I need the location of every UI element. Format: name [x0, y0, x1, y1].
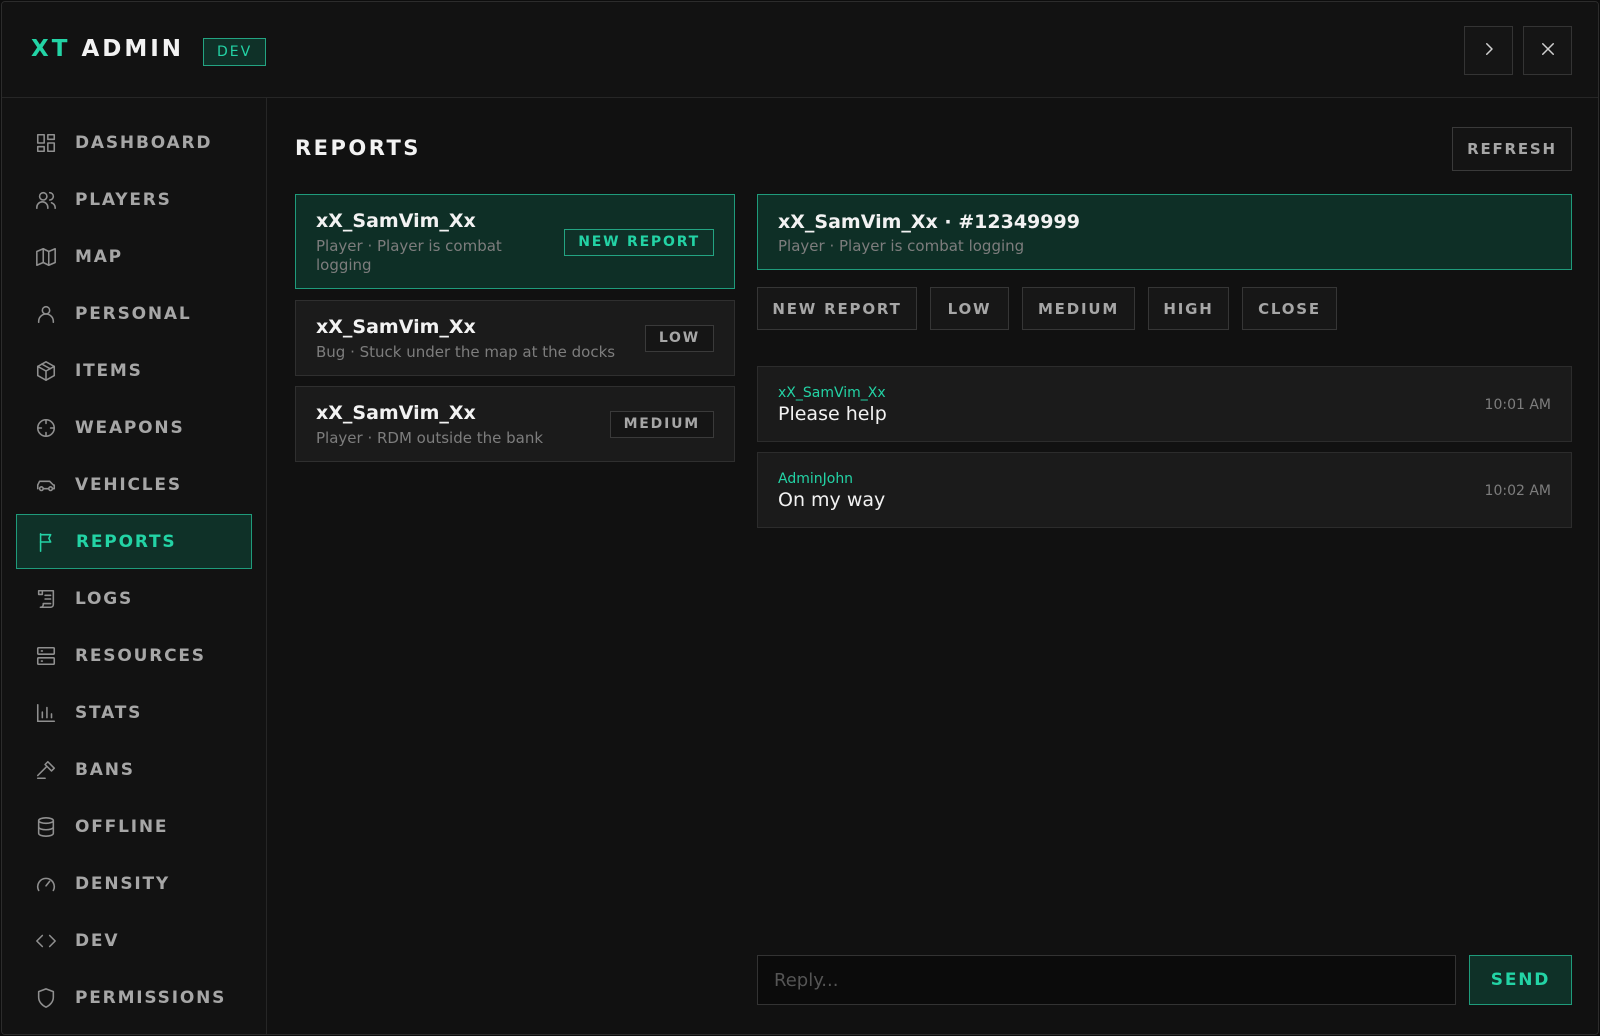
- message-author: AdminJohn: [778, 471, 854, 487]
- map-icon: [34, 245, 58, 269]
- sidebar-item-personal[interactable]: PERSONAL: [16, 286, 252, 341]
- sidebar-item-offline[interactable]: OFFLINE: [16, 799, 252, 854]
- sidebar-item-label: DEV: [75, 930, 120, 951]
- report-subtitle: Bug · Stuck under the map at the docks: [316, 343, 616, 361]
- gavel-icon: [34, 758, 58, 782]
- shield-icon: [34, 986, 58, 1010]
- sidebar-item-label: REPORTS: [76, 531, 177, 552]
- box-icon: [34, 359, 58, 383]
- app-header: XT ADMIN DEV: [2, 2, 1598, 98]
- sidebar-item-dashboard[interactable]: DASHBOARD: [16, 115, 252, 170]
- sidebar-item-label: BANS: [75, 759, 135, 780]
- status-close-button[interactable]: CLOSE: [1242, 287, 1337, 330]
- sidebar-item-label: ITEMS: [75, 360, 143, 381]
- users-icon: [34, 188, 58, 212]
- sidebar-item-label: VEHICLES: [75, 474, 182, 495]
- status-new-report-button[interactable]: NEW REPORT: [757, 287, 917, 330]
- chat-message: AdminJohn On my way 10:02 AM: [757, 452, 1572, 528]
- message-text: On my way: [778, 489, 886, 511]
- brand-secondary: ADMIN: [81, 36, 185, 62]
- close-icon: [1539, 40, 1557, 62]
- status-high-button[interactable]: HIGH: [1148, 287, 1229, 330]
- app-logo: XT ADMIN: [31, 36, 184, 62]
- status-low-button[interactable]: LOW: [930, 287, 1009, 330]
- sidebar-item-label: MAP: [75, 246, 123, 267]
- chat-message: xX_SamVim_Xx Please help 10:01 AM: [757, 366, 1572, 442]
- car-icon: [34, 473, 58, 497]
- flag-icon: [35, 530, 59, 554]
- report-status-badge: LOW: [644, 325, 714, 352]
- sidebar-item-label: RESOURCES: [75, 645, 206, 666]
- bar-chart-icon: [34, 701, 58, 725]
- report-detail-title: xX_SamVim_Xx · #12349999: [778, 211, 1080, 233]
- sidebar-item-density[interactable]: DENSITY: [16, 856, 252, 911]
- report-detail-header: xX_SamVim_Xx · #12349999 Player · Player…: [757, 194, 1572, 270]
- report-status-badge: NEW REPORT: [564, 229, 714, 256]
- server-icon: [34, 644, 58, 668]
- page-title: REPORTS: [295, 136, 421, 160]
- message-time: 10:01 AM: [1484, 397, 1551, 413]
- report-status-badge: MEDIUM: [609, 411, 714, 438]
- message-time: 10:02 AM: [1484, 483, 1551, 499]
- database-icon: [34, 815, 58, 839]
- sidebar-item-bans[interactable]: BANS: [16, 742, 252, 797]
- sidebar-item-vehicles[interactable]: VEHICLES: [16, 457, 252, 512]
- message-author: xX_SamVim_Xx: [778, 385, 886, 401]
- message-text: Please help: [778, 403, 887, 425]
- report-player-name: xX_SamVim_Xx: [316, 316, 476, 338]
- env-badge: DEV: [203, 38, 267, 66]
- close-button[interactable]: [1523, 26, 1572, 75]
- scroll-icon: [34, 587, 58, 611]
- status-medium-button[interactable]: MEDIUM: [1022, 287, 1135, 330]
- sidebar-item-reports[interactable]: REPORTS: [16, 514, 252, 569]
- sidebar-item-items[interactable]: ITEMS: [16, 343, 252, 398]
- sidebar-item-label: LOGS: [75, 588, 134, 609]
- sidebar-item-resources[interactable]: RESOURCES: [16, 628, 252, 683]
- sidebar-item-weapons[interactable]: WEAPONS: [16, 400, 252, 455]
- report-card[interactable]: xX_SamVim_Xx Player · Player is combat l…: [295, 194, 735, 289]
- sidebar-item-map[interactable]: MAP: [16, 229, 252, 284]
- dashboard-grid-icon: [34, 131, 58, 155]
- sidebar-item-label: OFFLINE: [75, 816, 169, 837]
- sidebar-item-label: PERMISSIONS: [75, 987, 227, 1008]
- report-player-name: xX_SamVim_Xx: [316, 210, 476, 232]
- admin-window: XT ADMIN DEV DASHBOARD PLAYERS MAP PERSO…: [1, 1, 1599, 1035]
- sidebar-item-label: DENSITY: [75, 873, 171, 894]
- refresh-button[interactable]: REFRESH: [1452, 127, 1572, 171]
- sidebar-item-logs[interactable]: LOGS: [16, 571, 252, 626]
- chevron-right-icon: [1480, 40, 1498, 62]
- sidebar-item-label: WEAPONS: [75, 417, 185, 438]
- sidebar-item-label: PLAYERS: [75, 189, 172, 210]
- report-player-name: xX_SamVim_Xx: [316, 402, 476, 424]
- sidebar-item-permissions[interactable]: PERMISSIONS: [16, 970, 252, 1025]
- report-card[interactable]: xX_SamVim_Xx Player · RDM outside the ba…: [295, 386, 735, 462]
- code-icon: [34, 929, 58, 953]
- sidebar-item-dev[interactable]: DEV: [16, 913, 252, 968]
- reply-input[interactable]: [757, 955, 1456, 1005]
- sidebar-item-label: PERSONAL: [75, 303, 192, 324]
- next-button[interactable]: [1464, 26, 1513, 75]
- sidebar-item-players[interactable]: PLAYERS: [16, 172, 252, 227]
- report-subtitle: Player · RDM outside the bank: [316, 429, 544, 447]
- send-button[interactable]: SEND: [1469, 955, 1572, 1005]
- report-subtitle: Player · Player is combat logging: [316, 237, 502, 274]
- sidebar: DASHBOARD PLAYERS MAP PERSONAL ITEMS WEA…: [2, 98, 267, 1034]
- sidebar-item-label: STATS: [75, 702, 143, 723]
- user-icon: [34, 302, 58, 326]
- report-detail-subtitle: Player · Player is combat logging: [778, 237, 1025, 255]
- report-card[interactable]: xX_SamVim_Xx Bug · Stuck under the map a…: [295, 300, 735, 376]
- sidebar-item-label: DASHBOARD: [75, 132, 213, 153]
- gauge-icon: [34, 872, 58, 896]
- sidebar-item-stats[interactable]: STATS: [16, 685, 252, 740]
- brand-primary: XT: [31, 36, 71, 62]
- crosshair-icon: [34, 416, 58, 440]
